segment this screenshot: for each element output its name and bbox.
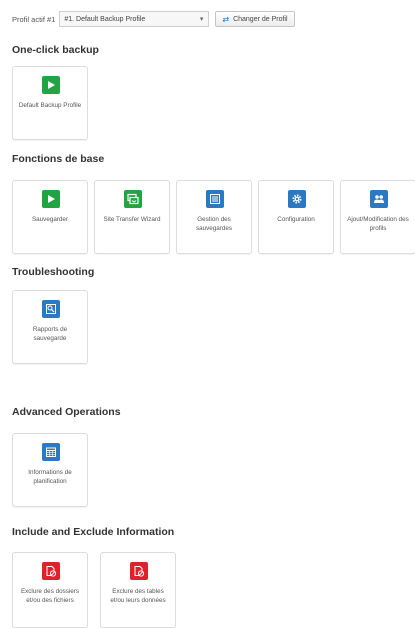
switch-profile-label: Changer de Profil [233,15,288,23]
tile-label: Ajout/Modification des profils [347,216,409,232]
switch-profile-button[interactable]: ⇄ Changer de Profil [215,11,295,27]
tile-label: Configuration [277,216,315,223]
tile-label: Gestion des sauvegardes [195,216,233,232]
tile-manage-backups[interactable]: Gestion des sauvegardes [176,180,252,254]
tile-backup-now[interactable]: Sauvegarder [12,180,88,254]
section-title-include-exclude: Include and Exclude Information [12,526,175,538]
active-profile-label: Profil actif #1 [12,14,56,24]
tile-default-backup-profile[interactable]: Default Backup Profile [12,66,88,140]
tile-scheduling-info[interactable]: Informations de planification [12,433,88,507]
users-icon [370,190,388,208]
switch-icon: ⇄ [222,14,230,24]
tile-label: Default Backup Profile [18,102,82,109]
tile-label: Rapports de sauvegarde [32,326,68,342]
section-title-advanced: Advanced Operations [12,406,121,418]
report-icon [42,300,60,318]
section-title-basic: Fonctions de base [12,153,105,165]
tile-exclude-tables[interactable]: Exclure des tables et/ou leurs données [100,552,176,628]
tile-label: Sauvegarder [31,216,69,223]
tile-label: Informations de planification [28,469,72,485]
profile-select-value: #1. Default Backup Profile [64,15,146,23]
tile-site-transfer-wizard[interactable]: Site Transfer Wizard [94,180,170,254]
control-panel: Profil actif #1 #1. Default Backup Profi… [0,0,415,628]
tile-backup-reports[interactable]: Rapports de sauvegarde [12,290,88,364]
exclude-files-icon [42,562,60,580]
gear-icon [288,190,306,208]
section-title-one-click: One-click backup [12,44,99,56]
section-title-troubleshooting: Troubleshooting [12,266,95,278]
tile-exclude-files[interactable]: Exclure des dossiers et/ou des fichiers [12,552,88,628]
tile-manage-profiles[interactable]: Ajout/Modification des profils [340,180,415,254]
play-icon [42,190,60,208]
list-icon [206,190,224,208]
site-transfer-icon [124,190,142,208]
play-icon [42,76,60,94]
profile-select[interactable]: #1. Default Backup Profile ▾ [59,11,210,27]
tile-configuration[interactable]: Configuration [258,180,334,254]
profile-bar: Profil actif #1 #1. Default Backup Profi… [12,10,295,28]
tile-label: Exclure des dossiers et/ou des fichiers [20,588,80,604]
exclude-tables-icon [130,562,148,580]
tile-label: Site Transfer Wizard [103,216,161,223]
calendar-icon [42,443,60,461]
chevron-down-icon: ▾ [199,16,204,23]
tile-label: Exclure des tables et/ou leurs données [110,588,166,604]
